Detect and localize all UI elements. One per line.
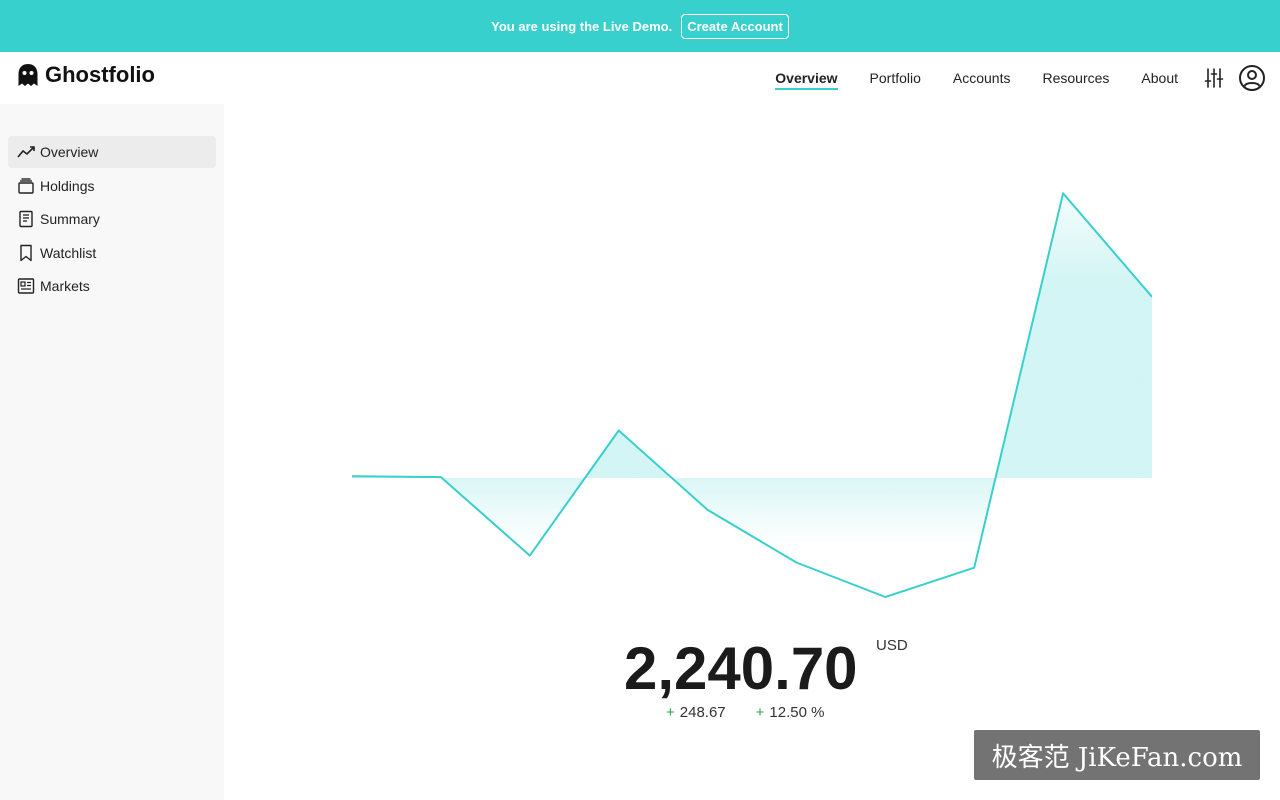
positive-sign: + xyxy=(666,704,675,721)
holdings-icon xyxy=(18,178,34,194)
nav-resources[interactable]: Resources xyxy=(1042,70,1109,86)
sidebar-item-holdings[interactable]: Holdings xyxy=(8,170,216,202)
top-header: Ghostfolio Overview Portfolio Accounts R… xyxy=(0,52,1280,104)
sidebar-item-label: Summary xyxy=(40,211,100,227)
banner-text: You are using the Live Demo. xyxy=(491,18,673,34)
performance-changes: + 248.67 + 12.50 % xyxy=(666,704,854,721)
brand-logo[interactable]: Ghostfolio xyxy=(17,62,155,88)
portfolio-value: 2,240.70 USD xyxy=(624,632,924,702)
sidebar-item-summary[interactable]: Summary xyxy=(8,203,216,235)
area-segment-1 xyxy=(441,478,585,556)
sidebar-item-overview[interactable]: Overview xyxy=(8,136,216,168)
newspaper-icon xyxy=(17,278,35,294)
area-segment-3 xyxy=(671,478,996,597)
document-icon xyxy=(19,210,33,228)
settings-sliders-icon[interactable] xyxy=(1204,67,1224,89)
bookmark-icon xyxy=(20,244,32,262)
sidebar-item-label: Holdings xyxy=(40,178,95,194)
brand-name: Ghostfolio xyxy=(45,62,155,87)
nav-accounts[interactable]: Accounts xyxy=(953,70,1011,86)
nav-overview[interactable]: Overview xyxy=(775,70,838,90)
watermark-text: 极客范 JiKeFan.com xyxy=(991,742,1243,773)
total-value: 2,240.70 xyxy=(624,635,858,702)
watermark: 极客范 JiKeFan.com xyxy=(974,730,1260,780)
nav-about[interactable]: About xyxy=(1141,70,1178,86)
create-account-button[interactable]: Create Account xyxy=(681,13,789,39)
percent-change: + 12.50 % xyxy=(756,704,825,721)
sidebar: Overview Holdings Summary Watchlist Mark… xyxy=(0,104,224,800)
sidebar-item-label: Watchlist xyxy=(40,245,97,261)
performance-chart xyxy=(352,192,1152,598)
positive-sign: + xyxy=(755,704,765,721)
sidebar-item-label: Markets xyxy=(40,278,90,294)
trend-icon xyxy=(17,146,35,158)
sidebar-item-watchlist[interactable]: Watchlist xyxy=(8,237,216,269)
currency-label: USD xyxy=(876,637,908,654)
area-segment-4 xyxy=(995,193,1152,479)
nav-portfolio[interactable]: Portfolio xyxy=(870,70,921,86)
absolute-change: + 248.67 xyxy=(666,704,726,721)
user-account-icon[interactable] xyxy=(1238,64,1266,92)
area-segment-2 xyxy=(585,430,672,478)
sidebar-item-label: Overview xyxy=(40,144,99,160)
sidebar-item-markets[interactable]: Markets xyxy=(8,270,216,302)
ghost-icon xyxy=(18,64,38,86)
main-nav: Overview Portfolio Accounts Resources Ab… xyxy=(759,52,1280,104)
live-demo-banner: You are using the Live Demo. Create Acco… xyxy=(0,0,1280,52)
percent-change-value: 12.50 % xyxy=(769,704,825,721)
absolute-change-value: 248.67 xyxy=(679,704,726,721)
